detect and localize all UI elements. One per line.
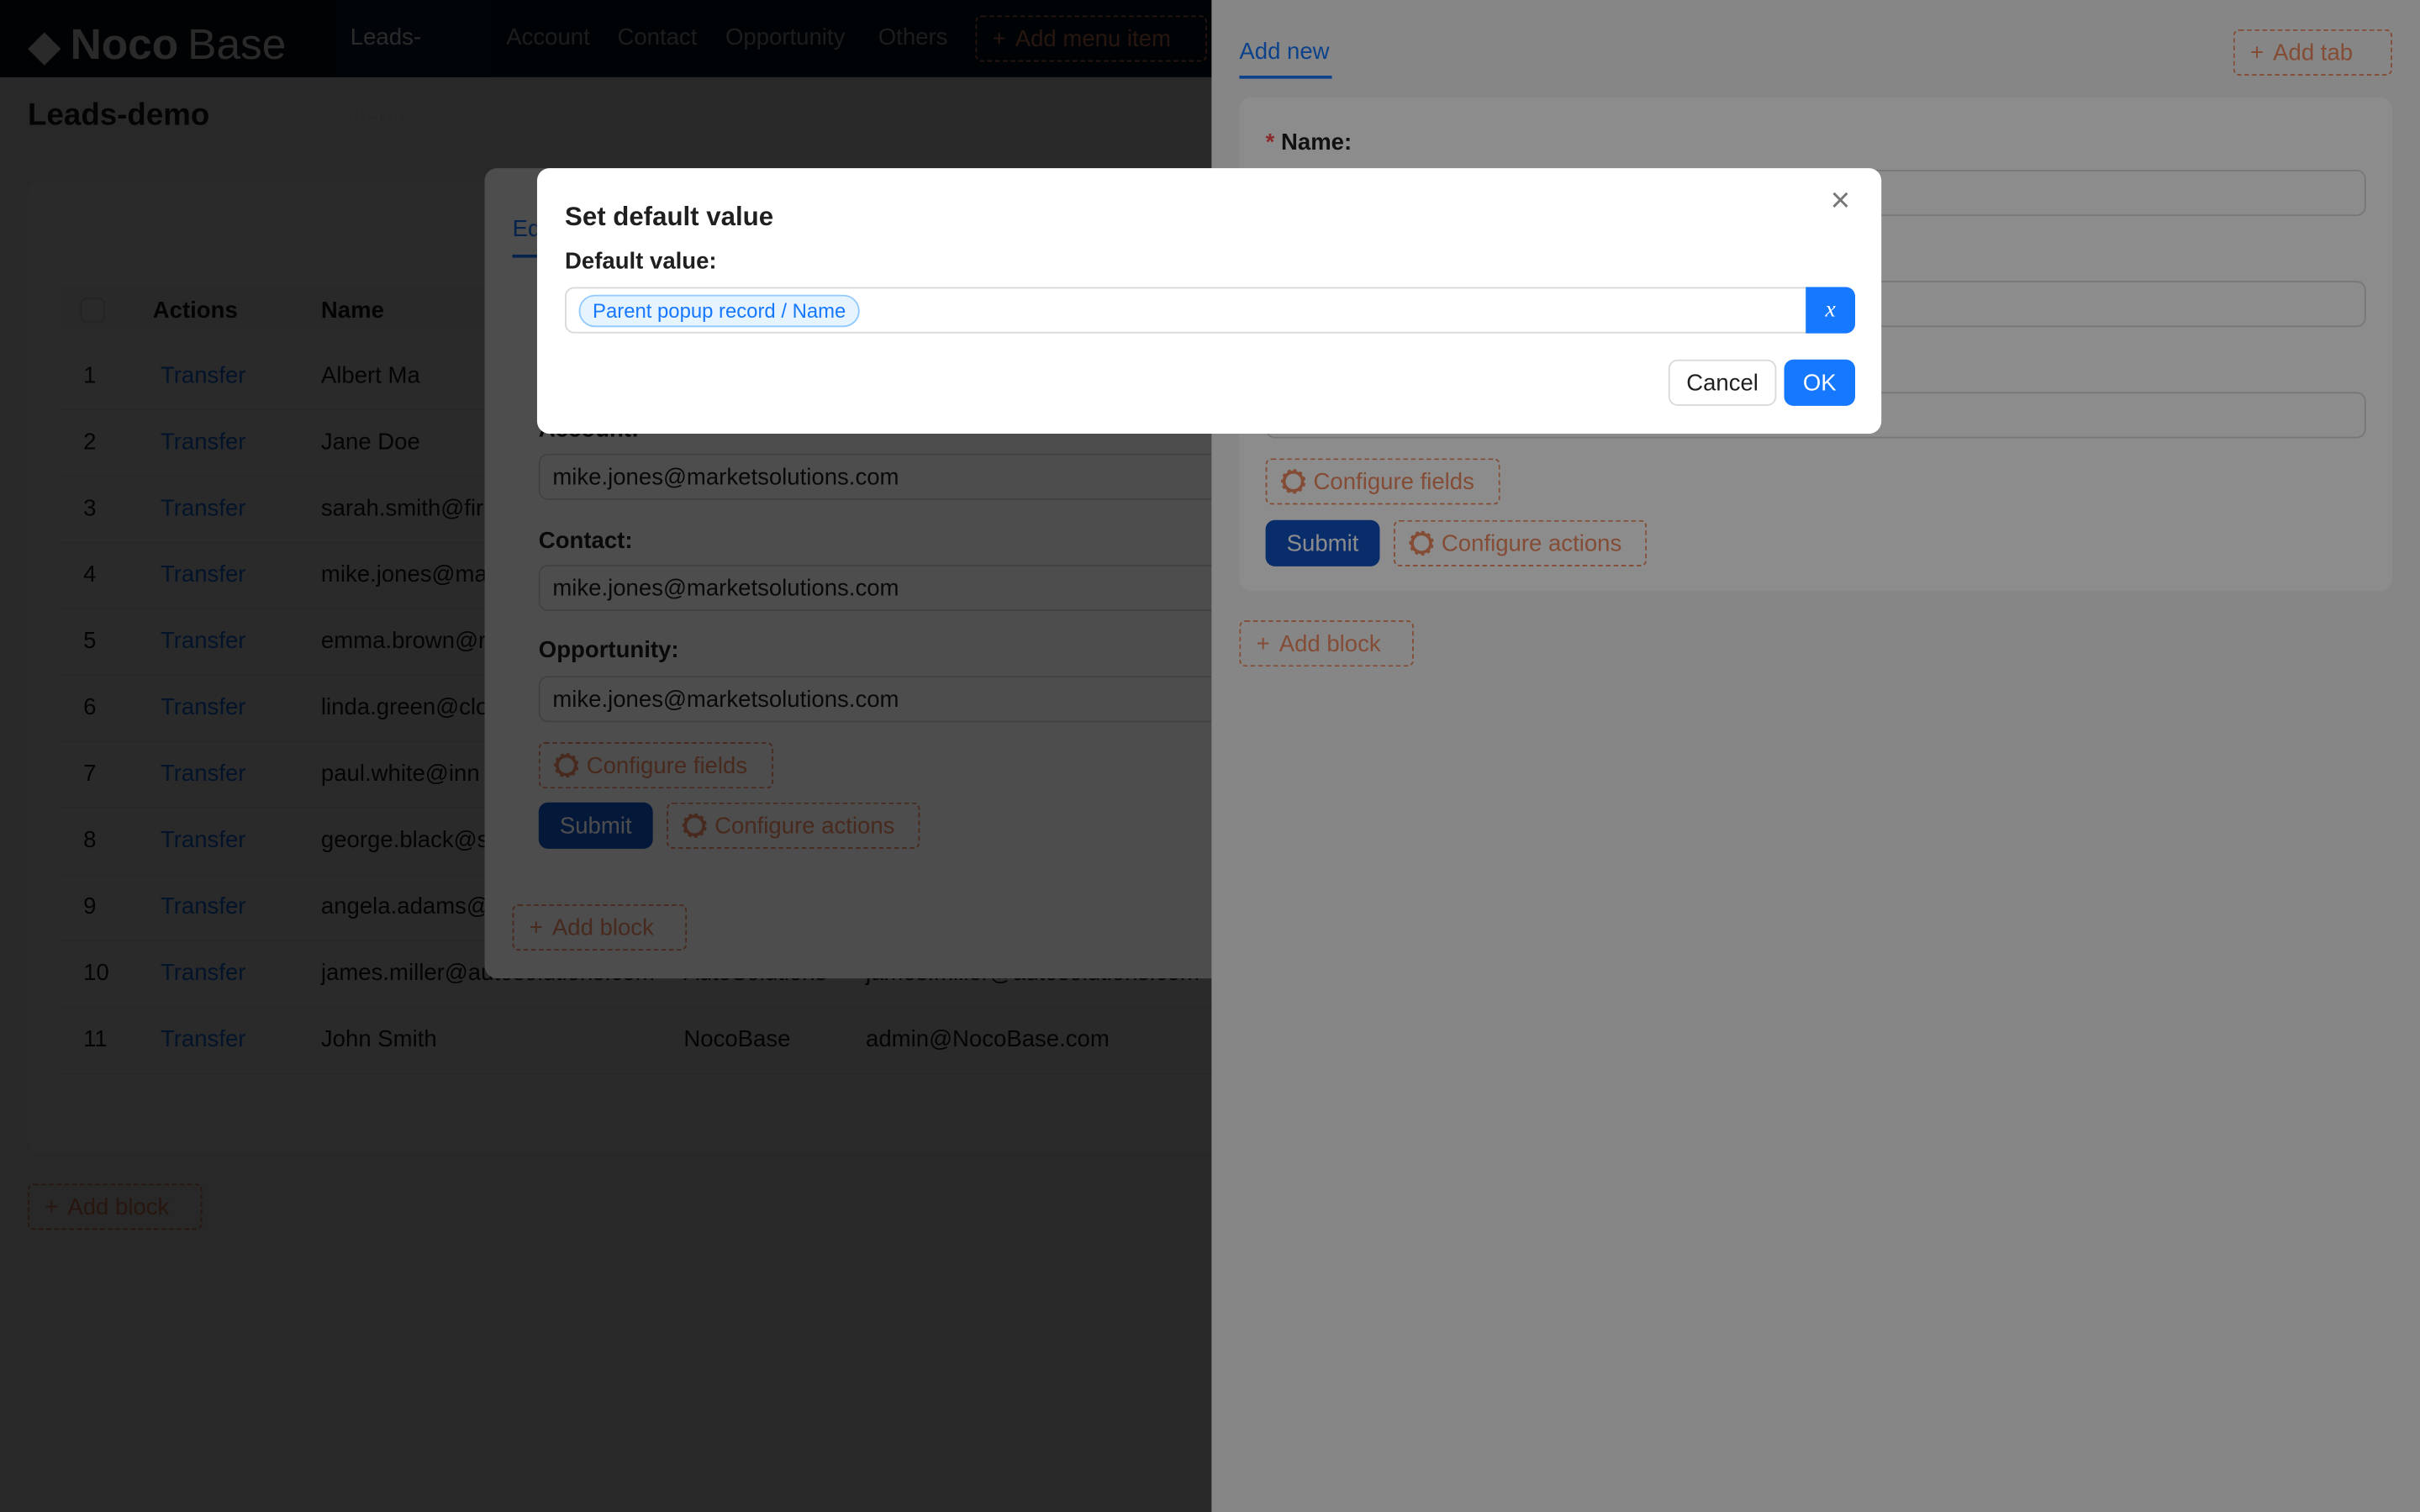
ok-button[interactable]: OK xyxy=(1784,359,1855,406)
modal-title: Set default value xyxy=(565,202,774,232)
close-icon[interactable]: × xyxy=(1831,183,1851,217)
variable-button[interactable]: x xyxy=(1806,287,1855,334)
default-value-input[interactable]: Parent popup record / Name xyxy=(565,287,1809,334)
default-value-label: Default value: xyxy=(565,248,717,275)
variable-tag[interactable]: Parent popup record / Name xyxy=(578,293,860,327)
set-default-value-modal: Set default value × Default value: Paren… xyxy=(536,168,1882,434)
cancel-button[interactable]: Cancel xyxy=(1668,359,1777,406)
